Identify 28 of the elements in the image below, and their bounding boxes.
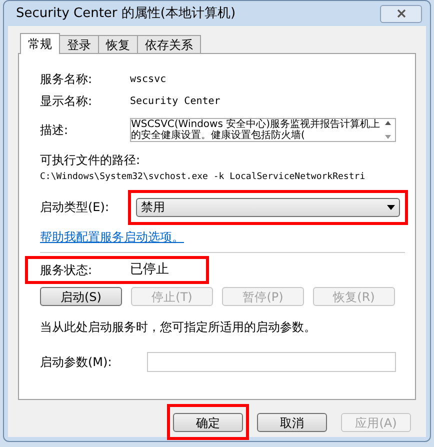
dialog-button[interactable]: 确定 [173, 413, 243, 432]
dialog-button[interactable]: 启动(S) [40, 286, 122, 306]
field-label: 服务名称: [40, 71, 94, 88]
field-label: 描述: [40, 122, 70, 139]
scroll-up-icon[interactable] [385, 121, 391, 125]
field-label: 显示名称: [40, 93, 94, 110]
help-link[interactable]: 帮助我配置服务启动选项。 [40, 228, 184, 246]
field-label: 启动参数(M): [40, 354, 113, 370]
tab[interactable]: 常规 [20, 33, 60, 54]
window-title: Security Center 的属性(本地计算机) [16, 4, 236, 23]
field-label: 服务状态: [40, 262, 94, 278]
field-value: Security Center [130, 94, 220, 108]
field-value: wscsvc [130, 72, 166, 86]
tab[interactable]: 登录 [59, 35, 99, 53]
close-icon [396, 9, 406, 18]
tab[interactable]: 依存关系 [137, 35, 201, 53]
close-button[interactable] [380, 4, 422, 22]
startup-type-dropdown[interactable]: 禁用 [136, 198, 400, 216]
parameters-field[interactable] [147, 352, 396, 372]
field-label: 可执行文件的路径: [40, 152, 142, 169]
dropdown-caret-icon [387, 204, 395, 210]
status-value: 已停止 [130, 260, 169, 279]
dialog-button[interactable]: 取消 [257, 413, 327, 432]
path-text: C:\Windows\System32\svchost.exe -k LocalServiceNetworkRestri [40, 171, 366, 184]
hint-text: 当从此处启动服务时，您可指定所适用的启动参数。 [40, 318, 317, 336]
tab[interactable]: 恢复 [98, 35, 138, 53]
field-label: 启动类型(E): [40, 199, 110, 216]
scroll-down-icon[interactable] [385, 135, 391, 139]
